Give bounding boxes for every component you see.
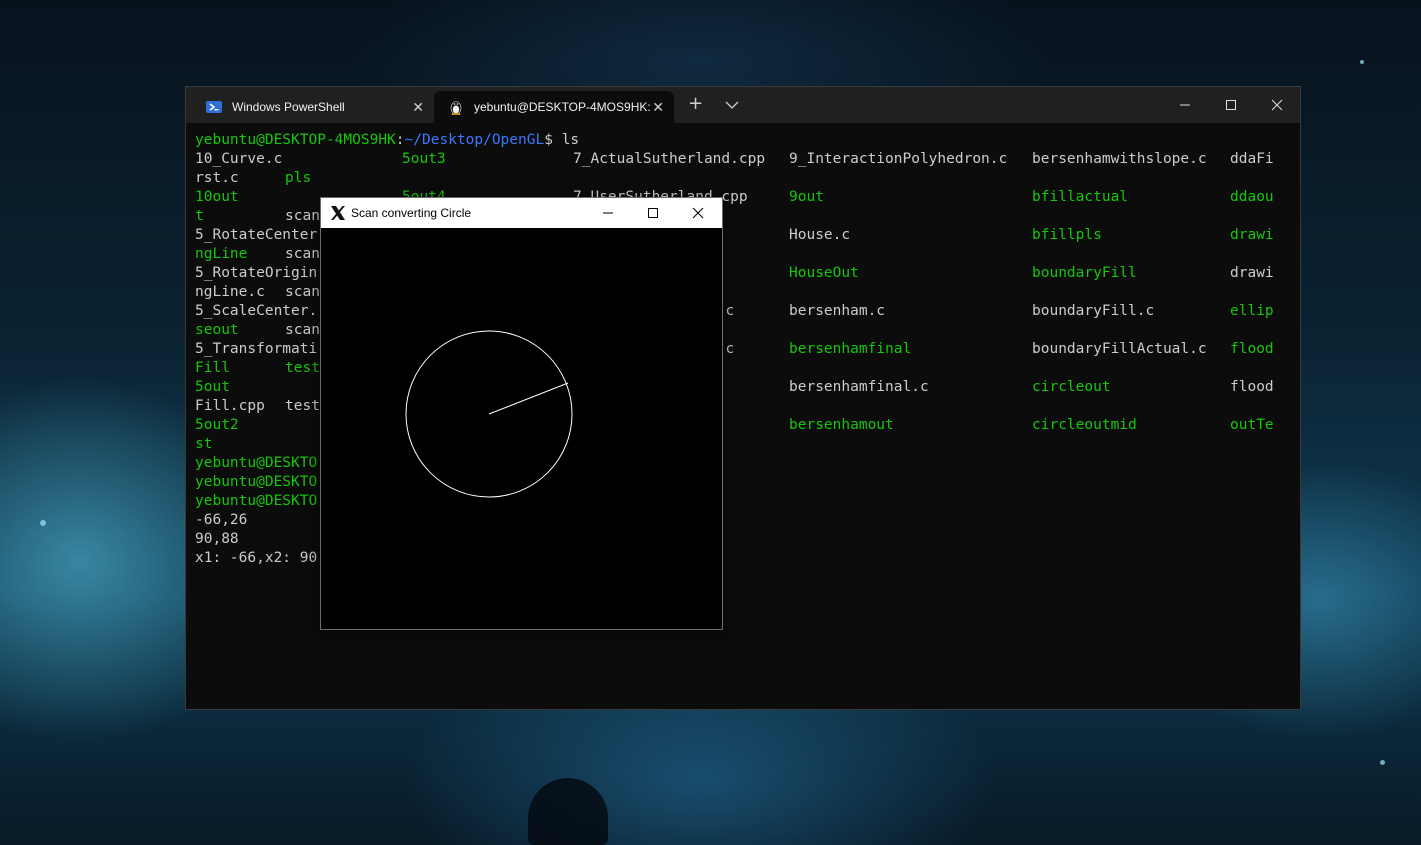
file-entry: pls: [285, 170, 312, 186]
prompt-dollar: $: [544, 132, 562, 148]
file-entry: x1: -66,x2: 90: [195, 550, 318, 566]
tab-ubuntu[interactable]: yebuntu@DESKTOP-4MOS9HK: ✕: [434, 91, 674, 123]
file-entry: test: [285, 398, 320, 414]
file-entry: boundaryFill.c: [1032, 303, 1155, 319]
file-entry: 5out2: [195, 417, 239, 433]
file-entry: bersenhamfinal.c: [789, 379, 929, 395]
file-entry: 5_RotateOrigin: [195, 265, 318, 281]
opengl-canvas[interactable]: [321, 228, 722, 629]
file-entry: yebuntu@DESKTO: [195, 455, 318, 471]
file-entry: ngLine.c: [195, 284, 265, 300]
file-entry: boundaryFillActual.c: [1032, 341, 1207, 357]
file-entry: bersenhamfinal: [789, 341, 912, 357]
file-entry: ddaFi: [1230, 151, 1274, 167]
maximize-button[interactable]: [1208, 87, 1254, 123]
close-button[interactable]: [1254, 87, 1300, 123]
x-window-titlebar[interactable]: Scan converting Circle: [321, 198, 722, 228]
file-entry: 9_InteractionPolyhedron.c: [789, 151, 1008, 167]
file-entry: 5_RotateCenter: [195, 227, 318, 243]
file-entry: bersenham.c: [789, 303, 886, 319]
file-entry: st: [195, 436, 213, 452]
file-entry: -66,26: [195, 512, 248, 528]
linux-penguin-icon: [448, 99, 464, 115]
powershell-icon: [206, 99, 222, 115]
tab-windows-powershell[interactable]: Windows PowerShell ✕: [192, 91, 434, 123]
file-entry: scan: [285, 246, 320, 262]
wallpaper-warrior-silhouette: [528, 778, 608, 845]
file-entry: flood: [1230, 341, 1274, 357]
x11-logo-icon: [330, 205, 346, 221]
file-entry: circleout: [1032, 379, 1111, 395]
file-entry: yebuntu@DESKTO: [195, 474, 318, 490]
prompt-path: ~/Desktop/OpenGL: [404, 132, 545, 148]
file-entry: drawi: [1230, 265, 1274, 281]
prompt-separator: :: [395, 132, 405, 148]
file-entry: Fill: [195, 360, 230, 376]
x-maximize-button[interactable]: [630, 198, 675, 228]
x-close-button[interactable]: [675, 198, 720, 228]
close-tab-icon[interactable]: ✕: [652, 99, 664, 116]
file-entry: 10out: [195, 189, 239, 205]
file-entry: circleoutmid: [1032, 417, 1137, 433]
file-entry: scan: [285, 284, 320, 300]
file-entry: HouseOut: [789, 265, 859, 281]
file-entry: ngLine: [195, 246, 248, 262]
file-entry: 90,88: [195, 531, 239, 547]
file-entry: bersenhamwithslope.c: [1032, 151, 1207, 167]
file-entry: 10_Curve.c: [195, 151, 283, 167]
file-entry: yebuntu@DESKTO: [195, 493, 318, 509]
file-entry: flood: [1230, 379, 1274, 395]
file-entry: bersenhamout: [789, 417, 894, 433]
wallpaper-star: [1380, 760, 1385, 765]
close-tab-icon[interactable]: ✕: [412, 99, 424, 116]
new-tab-button[interactable]: +: [688, 95, 703, 113]
file-entry: 5out3: [402, 151, 446, 167]
tab-bar: Windows PowerShell ✕ yebuntu@DESKTOP-4MO…: [186, 87, 1300, 123]
file-entry: rst.c: [195, 170, 239, 186]
x-minimize-button[interactable]: [585, 198, 630, 228]
file-entry: 5out: [195, 379, 230, 395]
file-entry: 5_Transformati: [195, 341, 318, 357]
tab-title: yebuntu@DESKTOP-4MOS9HK:: [474, 100, 651, 114]
file-entry: outTe: [1230, 417, 1274, 433]
file-entry: seout: [195, 322, 239, 338]
file-entry: House.c: [789, 227, 851, 243]
wallpaper-star: [40, 520, 46, 526]
file-entry: 7_ActualSutherland.cpp: [573, 151, 766, 167]
prompt-command: ls: [561, 132, 580, 148]
file-entry: 9out: [789, 189, 824, 205]
file-entry: boundaryFill: [1032, 265, 1137, 281]
file-entry: drawi: [1230, 227, 1274, 243]
wallpaper-star: [1360, 60, 1364, 64]
file-entry: t: [195, 208, 204, 224]
minimize-button[interactable]: [1162, 87, 1208, 123]
file-entry: scan: [285, 208, 320, 224]
file-entry: ddaou: [1230, 189, 1274, 205]
file-entry: 5_ScaleCenter.: [195, 303, 318, 319]
x-window-scan-converting-circle: Scan converting Circle: [321, 198, 722, 629]
prompt-line: yebuntu@DESKTOP-4MOS9HK:~/Desktop/OpenGL…: [195, 131, 579, 150]
file-entry: ellip: [1230, 303, 1274, 319]
chevron-down-icon[interactable]: [724, 97, 740, 111]
file-entry: bfillactual: [1032, 189, 1129, 205]
x-window-title: Scan converting Circle: [351, 206, 472, 220]
file-entry: Fill.cpp: [195, 398, 265, 414]
file-entry: test: [285, 360, 320, 376]
file-entry: bfillpls: [1032, 227, 1102, 243]
prompt-user-host: yebuntu@DESKTOP-4MOS9HK: [195, 132, 396, 148]
tab-title: Windows PowerShell: [232, 100, 345, 114]
file-entry: scan: [285, 322, 320, 338]
